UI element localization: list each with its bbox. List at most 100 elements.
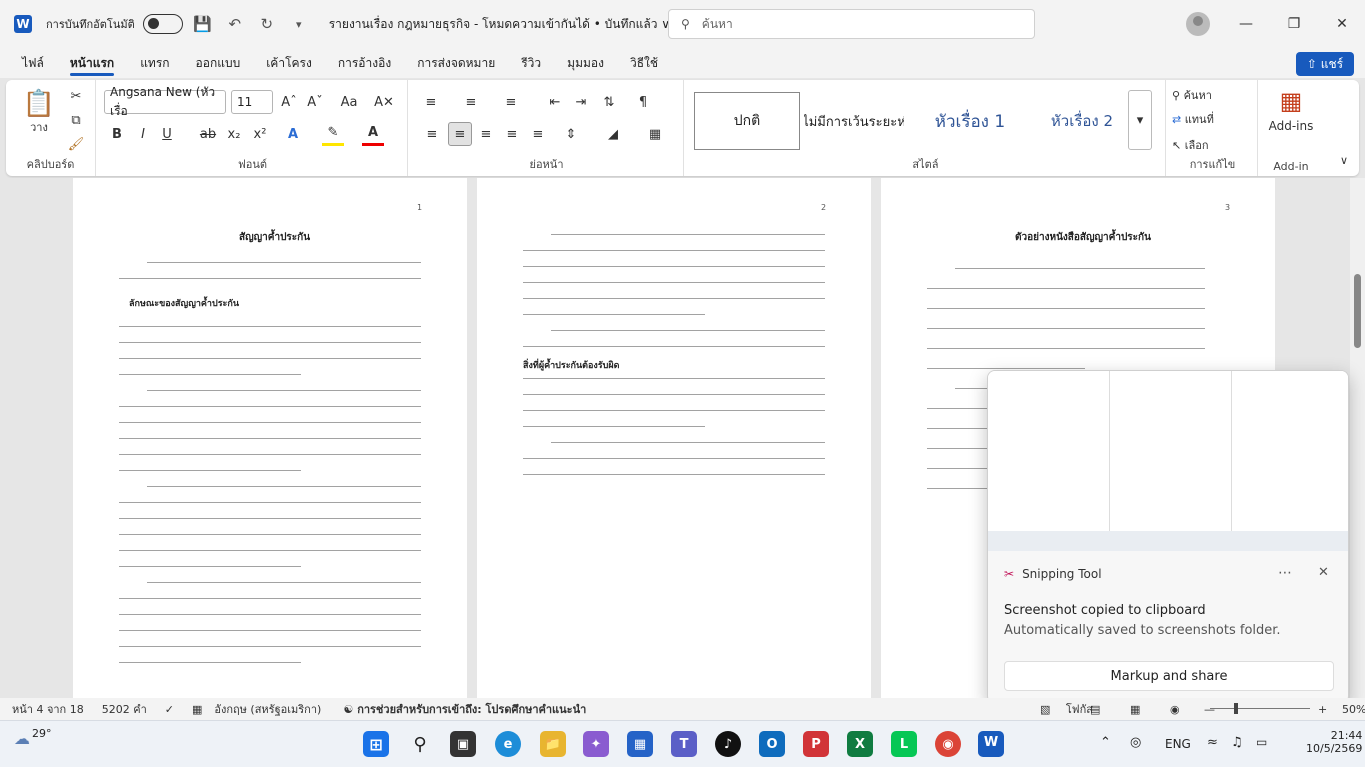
tab-view[interactable]: มุมมอง: [567, 48, 604, 78]
sort-icon[interactable]: ⇅: [598, 90, 620, 114]
tab-review[interactable]: รีวิว: [521, 48, 541, 78]
close-icon[interactable]: ✕: [1318, 565, 1329, 580]
weather-temp[interactable]: 29°: [32, 727, 52, 740]
borders-icon[interactable]: ▦: [642, 122, 668, 146]
zoom-slider-thumb[interactable]: [1234, 703, 1238, 714]
page-count[interactable]: หน้า 4 จาก 18: [12, 700, 84, 718]
word-taskbar-icon[interactable]: W: [978, 731, 1004, 757]
copy-icon[interactable]: ⧉: [66, 110, 86, 130]
battery-icon[interactable]: ▭: [1256, 735, 1267, 749]
powerpoint-icon[interactable]: P: [803, 731, 829, 757]
align-left-icon[interactable]: ≡: [422, 122, 442, 146]
highlight-icon[interactable]: ✎: [322, 122, 344, 146]
web-layout-icon[interactable]: ◉: [1170, 703, 1180, 716]
language-status[interactable]: อังกฤษ (สหรัฐอเมริกา): [214, 700, 321, 718]
document-title[interactable]: รายงานเรื่อง กฎหมายธุรกิจ - โหมดความเข้า…: [329, 15, 670, 34]
change-case-icon[interactable]: Aa: [334, 90, 364, 114]
edge-icon[interactable]: e: [495, 731, 521, 757]
find-button[interactable]: ⚲ ค้นหา: [1172, 84, 1252, 106]
zoom-out-icon[interactable]: —: [1204, 703, 1215, 716]
screenshot-thumbnail[interactable]: [988, 371, 1348, 551]
redo-icon[interactable]: ↻: [255, 12, 279, 36]
addins-button[interactable]: Add-ins: [1264, 118, 1318, 134]
autosave-toggle[interactable]: [142, 14, 183, 34]
tab-references[interactable]: การอ้างอิง: [338, 48, 391, 78]
word-count[interactable]: 5202 คำ: [102, 700, 147, 718]
style-heading-1[interactable]: หัวเรื่อง 1: [920, 92, 1020, 150]
align-right-icon[interactable]: ≡: [476, 122, 496, 146]
justify-icon[interactable]: ≡: [502, 122, 522, 146]
input-language[interactable]: ENG: [1165, 737, 1191, 751]
focus-button[interactable]: ▧ โฟกัส: [1028, 700, 1093, 718]
zoom-level[interactable]: 50%: [1342, 703, 1365, 716]
increase-indent-icon[interactable]: ⇥: [570, 90, 592, 114]
start-icon[interactable]: ⊞: [363, 731, 389, 757]
text-effects-icon[interactable]: A: [282, 122, 304, 146]
scrollbar-thumb[interactable]: [1354, 274, 1361, 348]
font-size-box[interactable]: 11: [231, 90, 273, 114]
tiktok-icon[interactable]: ♪: [715, 731, 741, 757]
line-icon[interactable]: L: [891, 731, 917, 757]
markup-and-share-button[interactable]: Markup and share: [1004, 661, 1334, 691]
strikethrough-icon[interactable]: ab: [196, 122, 220, 146]
addins-icon[interactable]: ▦: [1276, 86, 1306, 116]
tab-mailings[interactable]: การส่งจดหมาย: [417, 48, 495, 78]
accessibility-status[interactable]: การช่วยสำหรับการเข้าถึง: โปรดศึกษาคำแนะน…: [357, 700, 586, 718]
clear-format-icon[interactable]: A✕: [372, 90, 396, 114]
tab-file[interactable]: ไฟล์: [22, 48, 44, 78]
save-icon[interactable]: 💾: [191, 12, 215, 36]
shrink-font-icon[interactable]: Aˇ: [304, 90, 326, 114]
style-no-spacing[interactable]: ไม่มีการเว้นระยะห่: [804, 92, 904, 150]
font-name-box[interactable]: Angsana New (หัวเรื่อ: [104, 85, 226, 118]
restore-icon[interactable]: ❐: [1282, 12, 1306, 36]
undo-icon[interactable]: ↶: [223, 12, 247, 36]
line-spacing-icon[interactable]: ⇕: [558, 122, 584, 146]
styles-more-icon[interactable]: ▾: [1128, 90, 1152, 150]
superscript-icon[interactable]: x²: [250, 122, 270, 146]
weather-icon[interactable]: ☁: [14, 729, 30, 748]
bold-icon[interactable]: B: [108, 122, 126, 146]
underline-icon[interactable]: U: [158, 122, 176, 146]
tab-design[interactable]: ออกแบบ: [196, 48, 241, 78]
tab-layout[interactable]: เค้าโครง: [266, 48, 312, 78]
copilot-icon[interactable]: ✦: [583, 731, 609, 757]
print-layout-icon[interactable]: ▦: [1130, 703, 1140, 716]
minimize-icon[interactable]: —: [1234, 12, 1258, 36]
file-explorer-icon[interactable]: 📁: [540, 731, 566, 757]
tab-insert[interactable]: แทรก: [140, 48, 169, 78]
shading-icon[interactable]: ◢: [600, 122, 626, 146]
numbering-icon[interactable]: ≡: [458, 90, 484, 114]
teams-icon[interactable]: T: [671, 731, 697, 757]
style-heading-2[interactable]: หัวเรื่อง 2: [1032, 92, 1132, 150]
excel-icon[interactable]: X: [847, 731, 873, 757]
zoom-slider[interactable]: [1210, 703, 1310, 714]
bullets-icon[interactable]: ≡: [418, 90, 444, 114]
hidden-icons-chevron[interactable]: ⌃: [1100, 735, 1111, 750]
store-icon[interactable]: ▦: [627, 731, 653, 757]
search-icon[interactable]: ⚲: [407, 731, 433, 757]
snipping-tool-notification[interactable]: ✂ Snipping Tool ⋯ ✕ Screenshot copied to…: [987, 370, 1349, 704]
replace-button[interactable]: ⇄ แทนที่: [1172, 108, 1252, 130]
search-box[interactable]: ⚲ ค้นหา: [668, 9, 1035, 39]
paste-label[interactable]: วาง: [24, 120, 54, 134]
collapse-ribbon-icon[interactable]: ∨: [1336, 152, 1352, 168]
share-button[interactable]: ⇧ แชร์: [1296, 52, 1354, 76]
select-button[interactable]: ↖ เลือก: [1172, 134, 1252, 156]
wifi-icon[interactable]: ≈: [1207, 735, 1218, 750]
close-icon[interactable]: ✕: [1330, 12, 1354, 36]
page-2[interactable]: 2 สิ่งที่ผู้ค้ำประกันต้องรับผิด: [477, 178, 871, 698]
font-color-icon[interactable]: A: [362, 122, 384, 146]
format-painter-icon[interactable]: 🖌: [66, 134, 86, 154]
distributed-icon[interactable]: ≡: [528, 122, 548, 146]
zoom-in-icon[interactable]: +: [1318, 703, 1327, 716]
show-marks-icon[interactable]: ¶: [632, 90, 654, 114]
paste-icon[interactable]: 📋: [23, 86, 55, 122]
outlook-icon[interactable]: O: [759, 731, 785, 757]
subscript-icon[interactable]: x₂: [224, 122, 244, 146]
volume-icon[interactable]: ♫: [1231, 735, 1243, 750]
chrome-icon[interactable]: ◉: [935, 731, 961, 757]
decrease-indent-icon[interactable]: ⇤: [544, 90, 566, 114]
style-normal[interactable]: ปกติ: [694, 92, 800, 150]
align-center-icon[interactable]: ≡: [448, 122, 472, 146]
predictions-icon[interactable]: ▦: [192, 703, 202, 716]
